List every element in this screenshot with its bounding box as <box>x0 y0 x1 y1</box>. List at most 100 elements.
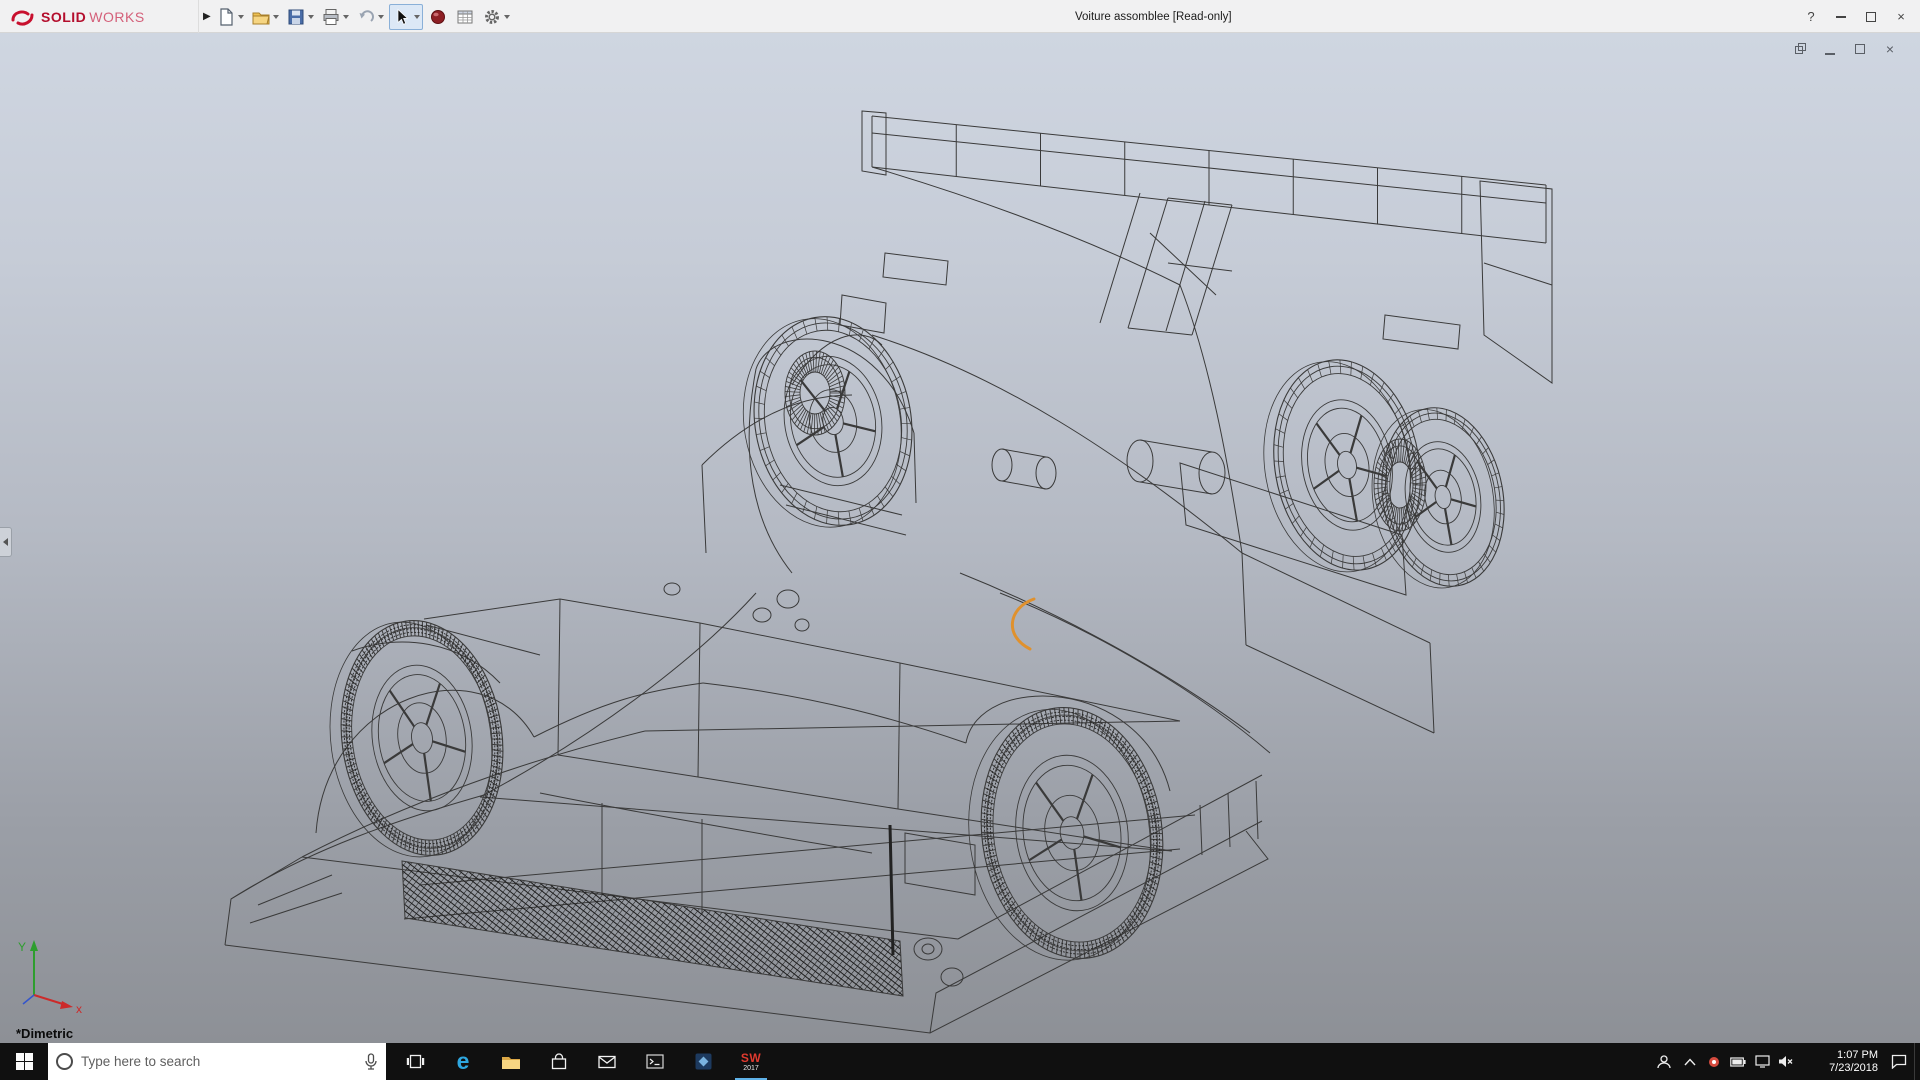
open-button[interactable] <box>249 4 281 30</box>
maximize-icon <box>1855 44 1865 54</box>
volume-button[interactable] <box>1774 1043 1798 1080</box>
minimize-icon <box>1836 16 1846 18</box>
save-button[interactable] <box>284 4 316 30</box>
minimize-icon <box>1825 53 1835 55</box>
solidworks-app-button[interactable]: SW 2017 <box>727 1043 775 1080</box>
mail-icon <box>598 1055 616 1069</box>
store-button[interactable] <box>535 1043 583 1080</box>
command-prompt-icon <box>646 1054 664 1069</box>
print-icon <box>321 7 341 27</box>
network-button[interactable] <box>1750 1043 1774 1080</box>
file-explorer-icon <box>501 1054 521 1070</box>
ds-logo-icon <box>10 7 38 27</box>
help-button[interactable]: ? <box>1796 0 1826 33</box>
dropdown-arrow-icon[interactable] <box>504 15 510 19</box>
solidworks-logo: SOLIDWORKS <box>10 0 145 33</box>
design-table-button[interactable] <box>453 4 477 30</box>
system-tray: 1:07 PM 7/23/2018 <box>1650 1043 1920 1080</box>
chevron-left-icon <box>3 538 8 546</box>
open-icon <box>251 7 271 27</box>
dropdown-arrow-icon[interactable] <box>343 15 349 19</box>
maximize-icon <box>1866 12 1876 22</box>
task-view-icon <box>406 1053 425 1070</box>
display-icon <box>1755 1055 1770 1068</box>
dropdown-arrow-icon[interactable] <box>414 15 420 19</box>
search-input[interactable] <box>81 1054 356 1069</box>
tray-expand-button[interactable] <box>1678 1043 1702 1080</box>
cortana-circle-icon <box>56 1053 73 1070</box>
options-button[interactable] <box>480 4 512 30</box>
doc-maximize-button[interactable] <box>1852 41 1868 57</box>
dropdown-arrow-icon[interactable] <box>378 15 384 19</box>
chevron-up-icon <box>1684 1058 1696 1066</box>
close-button[interactable]: × <box>1886 0 1916 33</box>
status-dot-icon <box>1708 1056 1720 1068</box>
select-cursor-icon <box>392 7 412 27</box>
doc-close-button[interactable]: × <box>1882 41 1898 57</box>
app-tile-button[interactable] <box>679 1043 727 1080</box>
file-explorer-button[interactable] <box>487 1043 535 1080</box>
action-center-icon <box>1891 1054 1907 1069</box>
undo-icon <box>356 7 376 27</box>
orientation-triad: Y x <box>10 933 94 1017</box>
app-tile-icon <box>695 1053 712 1070</box>
select-tool-button[interactable] <box>389 4 423 30</box>
doc-restore-button[interactable] <box>1792 41 1808 57</box>
wireframe-car-model[interactable] <box>0 33 1920 1043</box>
mail-button[interactable] <box>583 1043 631 1080</box>
volume-muted-icon <box>1778 1055 1794 1068</box>
brand-works: WORKS <box>89 9 144 25</box>
document-window-controls: × <box>1792 41 1898 57</box>
graphics-area[interactable]: × Y x *Dimetric <box>0 33 1920 1043</box>
tray-status-button[interactable] <box>1702 1043 1726 1080</box>
doc-minimize-button[interactable] <box>1822 41 1838 57</box>
edge-icon: e <box>457 1050 470 1073</box>
save-icon <box>286 7 306 27</box>
solidworks-2017-icon: SW 2017 <box>741 1052 761 1072</box>
axis-x-label: x <box>76 1002 82 1016</box>
taskbar-app-icons: e <box>391 1043 775 1080</box>
appearance-button[interactable] <box>426 4 450 30</box>
print-button[interactable] <box>319 4 351 30</box>
battery-icon <box>1730 1057 1746 1067</box>
restore-icon <box>1795 44 1805 54</box>
windows-taskbar: e <box>0 1043 1920 1080</box>
store-icon <box>550 1053 568 1070</box>
new-document-icon <box>216 7 236 27</box>
appearance-sphere-icon <box>428 7 448 27</box>
new-document-button[interactable] <box>214 4 246 30</box>
taskbar-search[interactable] <box>48 1043 386 1080</box>
app-titlebar: SOLIDWORKS ▶ <box>0 0 1920 33</box>
start-button[interactable] <box>0 1043 48 1080</box>
window-controls: ? × <box>1796 0 1916 33</box>
action-center-button[interactable] <box>1884 1043 1914 1080</box>
clock-time: 1:07 PM <box>1837 1049 1878 1062</box>
start-icon <box>16 1053 33 1070</box>
edge-button[interactable]: e <box>439 1043 487 1080</box>
standard-toolbar <box>214 0 515 33</box>
dropdown-arrow-icon[interactable] <box>273 15 279 19</box>
design-table-icon <box>455 7 475 27</box>
undo-button[interactable] <box>354 4 386 30</box>
battery-button[interactable] <box>1726 1043 1750 1080</box>
task-view-button[interactable] <box>391 1043 439 1080</box>
clock-date: 7/23/2018 <box>1829 1062 1878 1075</box>
maximize-button[interactable] <box>1856 0 1886 33</box>
people-icon <box>1656 1054 1672 1070</box>
show-desktop-sliver[interactable] <box>1914 1043 1920 1080</box>
toolbar-flyout-arrow[interactable]: ▶ <box>198 0 215 33</box>
command-prompt-button[interactable] <box>631 1043 679 1080</box>
people-button[interactable] <box>1650 1043 1678 1080</box>
dropdown-arrow-icon[interactable] <box>308 15 314 19</box>
view-orientation-label: *Dimetric <box>16 1026 73 1041</box>
close-icon: × <box>1886 42 1894 56</box>
axis-y-label: Y <box>18 940 26 954</box>
document-title: Voiture assomblee [Read-only] <box>1075 0 1232 33</box>
microphone-icon[interactable] <box>364 1053 378 1071</box>
taskbar-clock[interactable]: 1:07 PM 7/23/2018 <box>1798 1043 1884 1080</box>
minimize-button[interactable] <box>1826 0 1856 33</box>
brand-solid: SOLID <box>41 9 86 25</box>
feature-manager-collapse-tab[interactable] <box>0 527 12 557</box>
dropdown-arrow-icon[interactable] <box>238 15 244 19</box>
options-gear-icon <box>482 7 502 27</box>
